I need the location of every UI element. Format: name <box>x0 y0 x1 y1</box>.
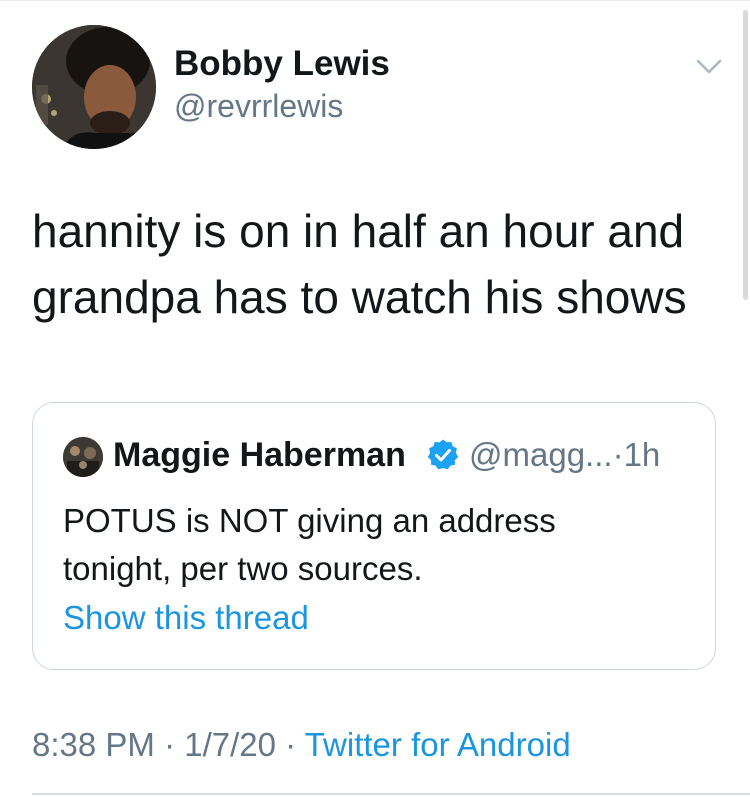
tweet-time: 8:38 PM <box>32 726 155 763</box>
tweet-text: hannity is on in half an hour and grandp… <box>32 198 722 330</box>
tweet-text-line: hannity is on in half an hour and <box>32 205 685 257</box>
tweet-date: 1/7/20 <box>184 726 276 763</box>
author-handle[interactable]: @revrrlewis <box>174 88 343 125</box>
tweet-detail: Bobby Lewis @revrrlewis hannity is on in… <box>0 0 750 797</box>
tweet-meta: 8:38 PM · 1/7/20 · Twitter for Android <box>32 726 571 764</box>
quoted-author-name: Maggie Haberman <box>113 436 406 474</box>
quoted-handle: @magg... <box>469 436 613 473</box>
quoted-tweet-card[interactable]: Maggie Haberman @magg...·1h POTUS is NOT… <box>32 402 716 670</box>
tweet-source-link[interactable]: Twitter for Android <box>305 726 571 763</box>
quoted-time: 1h <box>623 436 661 473</box>
quoted-text-line: POTUS is NOT giving an address <box>63 502 556 539</box>
show-thread-link[interactable]: Show this thread <box>63 599 309 637</box>
chevron-down-icon[interactable] <box>694 56 724 78</box>
dot-separator: · <box>275 726 305 763</box>
quoted-tweet-text: POTUS is NOT giving an address tonight, … <box>63 497 683 593</box>
scrollbar[interactable] <box>743 10 748 300</box>
verified-badge-icon <box>426 438 460 472</box>
profile-photo <box>63 437 103 477</box>
author-avatar[interactable] <box>32 25 156 149</box>
dot-separator: · <box>612 436 624 473</box>
tweet-text-line: grandpa has to watch his shows <box>32 271 687 323</box>
author-name[interactable]: Bobby Lewis <box>174 44 390 84</box>
quoted-author-avatar <box>63 437 103 477</box>
quoted-text-line: tonight, per two sources. <box>63 550 423 587</box>
quoted-meta: @magg...·1h <box>469 436 660 474</box>
dot-separator: · <box>154 726 185 763</box>
bottom-divider <box>32 793 750 795</box>
profile-photo <box>32 25 156 149</box>
